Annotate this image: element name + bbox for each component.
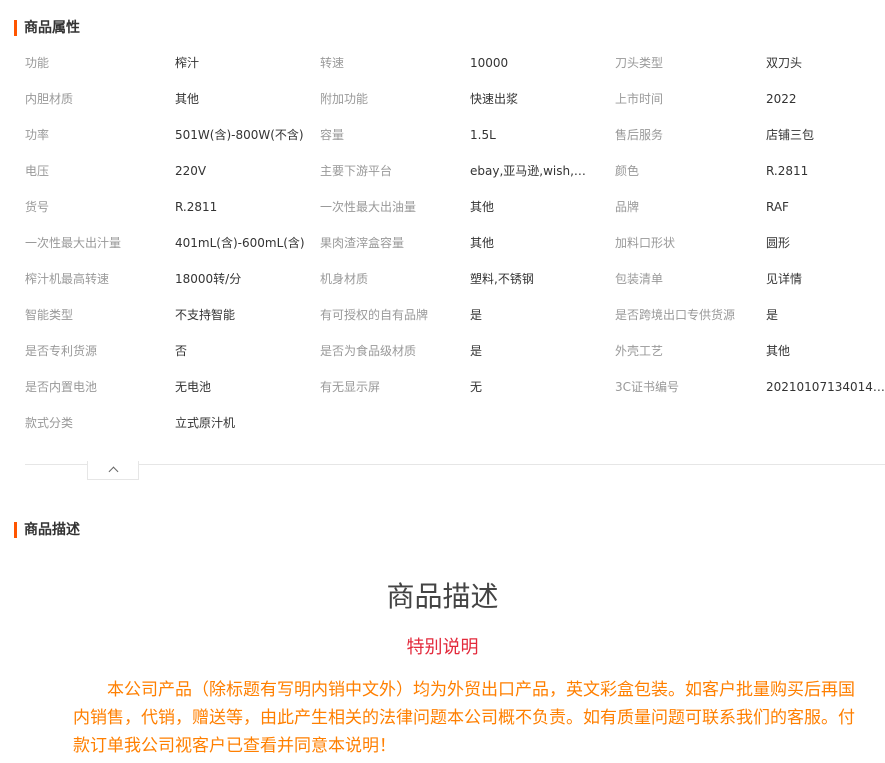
attribute-row: 电压 220V 主要下游平台 ebay,亚马逊,wish,速... 颜色 R.2811 <box>25 153 885 189</box>
attribute-row: 功能 榨汁 转速 10000 刀头类型 双刀头 <box>25 45 885 81</box>
chevron-up-icon <box>108 466 118 477</box>
attribute-key: 智能类型 <box>25 308 74 322</box>
attribute-value: 401mL(含)-600mL(含) <box>175 236 305 250</box>
attribute-key: 包装清单 <box>615 272 664 286</box>
attribute-row: 内胆材质 其他 附加功能 快速出浆 上市时间 2022 <box>25 81 885 117</box>
attribute-key: 有无显示屏 <box>320 380 381 394</box>
attribute-key: 机身材质 <box>320 272 369 286</box>
attribute-key: 有可授权的自有品牌 <box>320 308 429 322</box>
attributes-divider <box>25 464 885 465</box>
attribute-key: 是否专利货源 <box>25 344 98 358</box>
attribute-value: 2021010713401474 <box>766 380 885 394</box>
attribute-key: 附加功能 <box>320 92 369 106</box>
attribute-key: 功率 <box>25 128 50 142</box>
attribute-value: 是 <box>766 308 779 322</box>
attribute-value: RAF <box>766 200 789 214</box>
attribute-key: 3C证书编号 <box>615 380 680 394</box>
attributes-section-title: 商品属性 <box>14 20 80 36</box>
attribute-value: 店铺三包 <box>766 128 815 142</box>
attribute-key: 内胆材质 <box>25 92 74 106</box>
attribute-key: 果肉渣滓盒容量 <box>320 236 405 250</box>
collapse-attributes-button[interactable] <box>87 461 139 480</box>
attribute-key: 是否跨境出口专供货源 <box>615 308 736 322</box>
attribute-value: 是 <box>470 344 483 358</box>
description-section-title: 商品描述 <box>14 522 80 538</box>
attribute-key: 加料口形状 <box>615 236 676 250</box>
attribute-key: 一次性最大出汁量 <box>25 236 122 250</box>
attribute-value: 501W(含)-800W(不含) <box>175 128 304 142</box>
attribute-value: 其他 <box>470 236 495 250</box>
attribute-value: ebay,亚马逊,wish,速... <box>470 164 590 178</box>
attribute-value: 2022 <box>766 92 797 106</box>
attribute-value: 圆形 <box>766 236 791 250</box>
attribute-key: 主要下游平台 <box>320 164 393 178</box>
attribute-value: 快速出浆 <box>470 92 519 106</box>
attributes-table: 功能 榨汁 转速 10000 刀头类型 双刀头 内胆材质 其他 附加功能 快速出浆 上市时间 2022… <box>25 45 885 441</box>
attribute-key: 外壳工艺 <box>615 344 664 358</box>
attribute-value: 18000转/分 <box>175 272 242 286</box>
attribute-key: 品牌 <box>615 200 640 214</box>
attribute-row: 是否专利货源 否 是否为食品级材质 是 外壳工艺 其他 <box>25 333 885 369</box>
attribute-row: 款式分类 立式原汁机 <box>25 405 885 441</box>
attribute-value: 是 <box>470 308 483 322</box>
attribute-row: 榨汁机最高转速 18000转/分 机身材质 塑料,不锈钢 包装清单 见详情 <box>25 261 885 297</box>
attribute-row: 功率 501W(含)-800W(不含) 容量 1.5L 售后服务 店铺三包 <box>25 117 885 153</box>
attribute-value: 立式原汁机 <box>175 416 236 430</box>
attribute-value: 220V <box>175 164 207 178</box>
attribute-row: 一次性最大出汁量 401mL(含)-600mL(含) 果肉渣滓盒容量 其他 加料口形状 圆… <box>25 225 885 261</box>
attribute-value: 1.5L <box>470 128 496 142</box>
attribute-value: 不支持智能 <box>175 308 236 322</box>
attribute-key: 刀头类型 <box>615 56 664 70</box>
attribute-value: 10000 <box>470 56 509 70</box>
attribute-value: 其他 <box>175 92 200 106</box>
attribute-row: 货号 R.2811 一次性最大出油量 其他 品牌 RAF <box>25 189 885 225</box>
description-heading: 商品描述 <box>386 580 499 613</box>
attribute-key: 上市时间 <box>615 92 664 106</box>
attribute-key: 一次性最大出油量 <box>320 200 417 214</box>
attribute-value: 双刀头 <box>766 56 803 70</box>
attribute-value: 见详情 <box>766 272 803 286</box>
attribute-key: 是否内置电池 <box>25 380 98 394</box>
attribute-value: R.2811 <box>175 200 218 214</box>
attribute-key: 是否为食品级材质 <box>320 344 417 358</box>
attribute-row: 是否内置电池 无电池 有无显示屏 无 3C证书编号 2021010713401474 <box>25 369 885 405</box>
attribute-value: 其他 <box>766 344 791 358</box>
attribute-value: R.2811 <box>766 164 809 178</box>
attribute-key: 容量 <box>320 128 345 142</box>
attribute-key: 电压 <box>25 164 50 178</box>
attribute-key: 榨汁机最高转速 <box>25 272 110 286</box>
attribute-key: 转速 <box>320 56 345 70</box>
attribute-key: 颜色 <box>615 164 640 178</box>
attribute-value: 无电池 <box>175 380 212 394</box>
attribute-value: 榨汁 <box>175 56 200 70</box>
attribute-key: 功能 <box>25 56 50 70</box>
description-body: 本公司产品（除标题有写明内销中文外）均为外贸出口产品，英文彩盒包装。如客户批量购… <box>73 680 855 756</box>
attribute-value: 其他 <box>470 200 495 214</box>
attribute-value: 无 <box>470 380 483 394</box>
attribute-key: 货号 <box>25 200 50 214</box>
description-subheading: 特别说明 <box>406 637 479 658</box>
attribute-key: 款式分类 <box>25 416 74 430</box>
attribute-key: 售后服务 <box>615 128 664 142</box>
attribute-row: 智能类型 不支持智能 有可授权的自有品牌 是 是否跨境出口专供货源 是 <box>25 297 885 333</box>
attribute-value: 否 <box>175 344 188 358</box>
attribute-value: 塑料,不锈钢 <box>470 272 534 286</box>
